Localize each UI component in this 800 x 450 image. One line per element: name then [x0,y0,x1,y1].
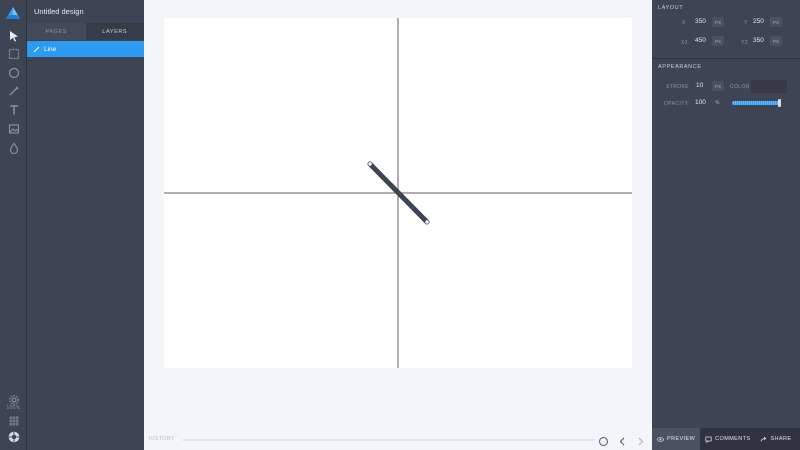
ellipse-icon[interactable] [6,65,21,80]
color-label: Color [730,84,750,90]
history-label: History [149,436,175,442]
layer-name: Line [44,45,57,53]
y-input[interactable]: 250 [753,18,764,25]
y2-label: Y2 [741,40,748,46]
rectangle-icon[interactable] [6,46,21,61]
y2-input[interactable]: 350 [753,37,764,44]
x-input[interactable]: 350 [695,18,706,25]
line-end-handle[interactable] [424,219,430,225]
opacity-slider-thumb[interactable] [778,99,781,107]
comments-label: Comments [715,436,751,442]
history-slider[interactable] [182,439,595,441]
comment-icon [705,436,712,443]
history-back-icon[interactable] [617,434,628,446]
image-icon[interactable] [6,121,21,136]
comments-button[interactable]: Comments [700,428,755,450]
history-circle-icon[interactable] [598,434,609,447]
preview-button[interactable]: Preview [652,428,701,450]
y-label: Y [744,20,748,26]
grid-icon[interactable] [6,413,21,428]
history-bar: History [144,430,652,450]
line-icon [33,46,40,52]
y-unit: PX [770,17,782,27]
opacity-label: Opacity [664,101,689,107]
tab-pages[interactable]: Pages [27,23,86,40]
design-canvas[interactable] [164,18,632,368]
y2-unit: PX [770,36,782,46]
text-icon[interactable] [6,102,21,117]
stroke-unit: PX [712,81,724,91]
x2-label: X2 [681,40,688,46]
eye-icon [657,436,664,442]
app-logo-icon[interactable] [5,6,21,22]
opacity-input[interactable]: 100 [695,99,706,106]
user-avatar-icon[interactable] [6,429,21,444]
workspace: History [144,0,652,450]
history-forward-icon[interactable] [635,434,646,446]
document-title[interactable]: Untitled design [34,7,84,16]
stroke-input[interactable]: 10 [696,82,703,89]
x-unit: PX [712,17,724,27]
preview-label: Preview [667,436,696,442]
tab-layers[interactable]: Layers [85,23,144,40]
x2-input[interactable]: 450 [695,37,706,44]
share-label: Share [770,436,792,442]
layers-panel: Untitled design Pages Layers Line [27,0,144,450]
appearance-section-title: Appearance [658,64,702,70]
footer-actions: Preview Comments Share [652,428,800,450]
properties-panel: Layout X 350 PX Y 250 PX X2 450 PX Y2 35… [652,0,800,450]
pointer-icon[interactable] [6,28,21,43]
line-start-handle[interactable] [367,161,373,167]
layout-section-title: Layout [658,5,684,11]
share-button[interactable]: Share [755,428,796,450]
x2-unit: PX [712,36,724,46]
panel-tabs: Pages Layers [27,23,144,40]
x-label: X [682,20,686,26]
section-divider [652,58,800,59]
opacity-slider[interactable] [732,101,780,105]
color-drop-icon[interactable] [6,140,21,155]
stroke-label: Stroke [666,84,689,90]
pen-icon[interactable] [6,83,21,98]
zoom-label: 100% [6,405,21,411]
toolbar: 100% [0,0,27,450]
share-icon [761,436,767,442]
opacity-unit: % [715,100,720,106]
stroke-color-swatch[interactable] [751,80,787,93]
layer-item-line[interactable]: Line [27,41,144,57]
